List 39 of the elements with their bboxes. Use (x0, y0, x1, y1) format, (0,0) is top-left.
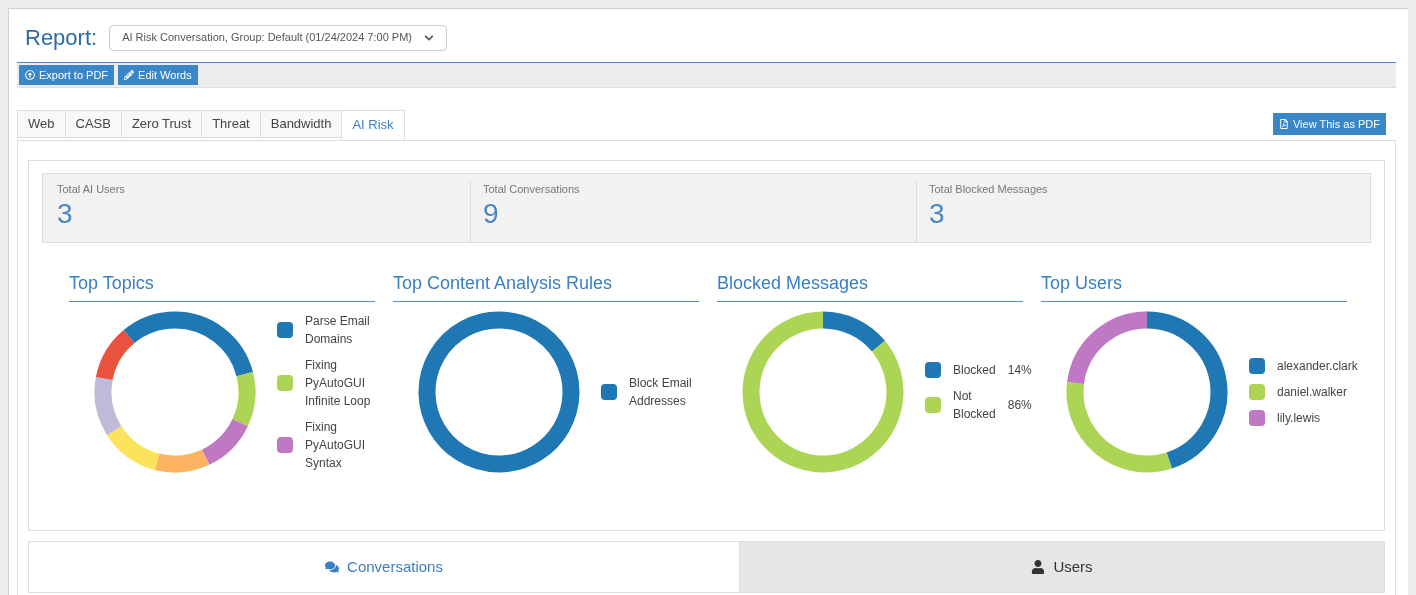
toolbar-button[interactable]: Edit Words (118, 65, 198, 85)
report-select[interactable]: AI Risk Conversation, Group: Default (01/24/2024 7:00 PM) (109, 24, 447, 51)
chart-title: Blocked Messages (717, 270, 1023, 302)
chart-title: Top Topics (69, 270, 375, 302)
stat-label: Total Blocked Messages (929, 182, 1049, 197)
report-tab[interactable]: Web (17, 110, 66, 138)
legend-percent: 86% (1007, 397, 1032, 414)
report-tab[interactable]: AI Risk (341, 110, 405, 140)
legend-label: Not Blocked (953, 388, 996, 423)
report-tab[interactable]: Zero Trust (120, 110, 203, 138)
legend-label: Blocked (953, 362, 996, 379)
legend-label: Block Email Addresses (629, 375, 693, 410)
legend-label: daniel.walker (1277, 384, 1348, 401)
stat-value: 3 (57, 197, 74, 230)
report-tab[interactable]: Bandwidth (259, 110, 343, 138)
report-label: Report: (25, 24, 98, 52)
chart-title: Top Content Analysis Rules (393, 270, 699, 302)
chevron-down-icon (424, 32, 434, 43)
report-tab[interactable]: CASB (64, 110, 122, 138)
legend-label: Fixing PyAutoGUI Syntax (305, 419, 367, 472)
chat-icon (325, 560, 340, 574)
section-tab[interactable]: Users (739, 542, 1384, 592)
legend-label: Parse Email Domains (305, 313, 371, 348)
stat-label: Total Conversations (483, 182, 581, 197)
toolbar-button[interactable]: Export to PDF (19, 65, 115, 85)
upload-icon (25, 70, 35, 80)
pdf-icon (1279, 119, 1289, 129)
report-tab[interactable]: Threat (201, 110, 261, 138)
legend-label: Fixing PyAutoGUI Infinite Loop (305, 357, 372, 410)
stat-label: Total AI Users (57, 182, 126, 197)
legend-label: lily.lewis (1277, 410, 1321, 427)
view-pdf-button[interactable]: View This as PDF (1273, 113, 1386, 135)
legend-percent: 14% (1007, 362, 1032, 379)
stat-value: 9 (483, 197, 500, 230)
pencil-icon (124, 70, 135, 80)
stat-value: 3 (929, 197, 946, 230)
legend-label: alexander.clark (1277, 358, 1358, 375)
chart-title: Top Users (1041, 270, 1347, 302)
user-icon (1031, 560, 1046, 574)
